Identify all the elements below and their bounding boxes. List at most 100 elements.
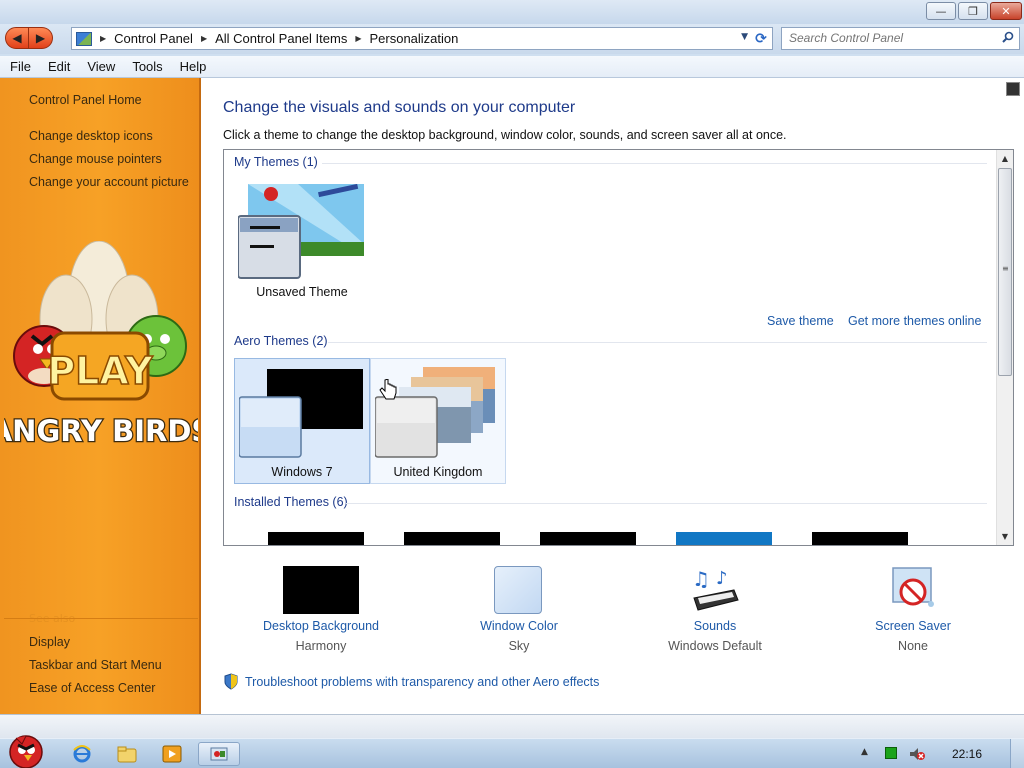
svg-text:♫: ♫ [692,567,710,591]
search-icon[interactable] [1002,31,1014,43]
desktop-background-preview [283,566,359,614]
theme-windows-7[interactable]: Windows 7 [234,358,370,484]
setting-label[interactable]: Screen Saver [833,619,993,633]
setting-value: None [898,639,928,653]
address-bar[interactable]: ▶ Control Panel ▶ All Control Panel Item… [71,27,773,50]
windows-explorer-icon[interactable] [109,742,145,766]
installed-theme-thumb[interactable] [268,532,364,545]
setting-value: Harmony [295,639,347,653]
installed-theme-thumb[interactable] [676,532,772,545]
breadcrumb-separator-icon[interactable]: ▶ [100,34,106,43]
window-controls: — ❐ ✕ [926,2,1022,20]
maximize-button[interactable]: ❐ [958,2,988,20]
themes-list[interactable]: My Themes (1) Unsaved Theme Save theme G… [223,149,1014,546]
grip-icon: ≡ [1002,264,1009,273]
theme-united-kingdom[interactable]: United Kingdom [370,358,506,484]
save-theme-link[interactable]: Save theme [767,314,834,328]
user-picture-icon[interactable] [1006,82,1020,96]
title-bar: — ❐ ✕ [0,0,1024,24]
group-aero-themes: Aero Themes (2) [234,334,328,348]
troubleshoot-row: Troubleshoot problems with transparency … [223,673,599,690]
control-panel-icon [76,31,92,46]
page-title: Change the visuals and sounds on your co… [223,99,576,116]
taskbar: ▲ 22:16 [0,735,1024,768]
installed-theme-thumb[interactable] [540,532,636,545]
show-hidden-icons-icon[interactable]: ▲ [861,747,868,757]
window-color-icon [494,566,542,614]
troubleshoot-link[interactable]: Troubleshoot problems with transparency … [245,675,599,689]
theme-name: United Kingdom [393,465,483,479]
sounds-icon: ♫ ♪ [692,567,739,611]
menu-view[interactable]: View [77,59,122,74]
address-dropdown-icon[interactable]: ▼ [741,32,748,42]
group-divider [346,503,987,504]
installed-theme-thumb[interactable] [812,532,908,545]
volume-muted-icon[interactable] [909,747,925,761]
breadcrumb-personalization[interactable]: Personalization [369,31,458,46]
setting-label[interactable]: Sounds [635,619,795,633]
group-my-themes: My Themes (1) [234,155,318,169]
scroll-down-icon[interactable]: ▼ [997,528,1013,545]
themes-scrollbar[interactable]: ▲ ≡ ▼ [996,150,1013,545]
arrow-left-icon: ◀ [12,31,22,45]
setting-label[interactable]: Window Color [439,619,599,633]
refresh-icon[interactable]: ⟳ [752,30,770,47]
shield-icon [224,673,238,690]
menu-file[interactable]: File [0,59,38,74]
sidebar-change-mouse-pointers[interactable]: Change mouse pointers [29,152,162,166]
search-box[interactable] [781,27,1020,50]
unsaved-theme-preview [238,184,364,279]
menu-bar: File Edit View Tools Help [0,56,1024,78]
uk-theme-preview [375,367,495,458]
main-content: Change the visuals and sounds on your co… [201,78,1024,714]
sidebar-taskbar-start-menu[interactable]: Taskbar and Start Menu [29,658,162,672]
setting-value: Sky [508,639,530,653]
angry-birds-logo: PLAY ANGRY BIRDS [4,241,198,449]
show-desktop-button[interactable] [1010,739,1024,768]
nav-buttons: ◀ ▶ [5,27,53,49]
network-icon[interactable] [885,747,897,759]
sidebar-divider [4,618,198,619]
menu-tools[interactable]: Tools [122,59,169,74]
hand-cursor-icon [379,379,397,400]
sidebar-display[interactable]: Display [29,635,70,649]
group-divider [322,163,987,164]
search-input[interactable] [789,28,999,48]
group-installed-themes: Installed Themes (6) [234,495,348,509]
internet-explorer-icon[interactable] [64,742,100,766]
get-more-themes-link[interactable]: Get more themes online [848,314,981,328]
theme-name: Windows 7 [271,465,333,479]
sidebar-change-desktop-icons[interactable]: Change desktop icons [29,129,153,143]
theme-unsaved[interactable]: Unsaved Theme [234,178,370,304]
control-panel-taskbar-icon[interactable] [198,742,240,766]
theme-name: Unsaved Theme [256,285,348,299]
minimize-button[interactable]: — [926,2,956,20]
group-divider [328,342,987,343]
status-bar [0,714,1024,738]
clock[interactable]: 22:16 [952,747,982,761]
sidebar-ease-of-access[interactable]: Ease of Access Center [29,681,155,695]
back-button[interactable]: ◀ [5,27,29,49]
menu-help[interactable]: Help [170,59,214,74]
setting-label[interactable]: Desktop Background [241,619,401,633]
angry-birds-title: ANGRY BIRDS [4,414,198,448]
breadcrumb-separator-icon[interactable]: ▶ [355,34,361,43]
scroll-up-icon[interactable]: ▲ [997,150,1013,167]
installed-theme-thumb[interactable] [404,532,500,545]
menu-edit[interactable]: Edit [38,59,77,74]
scroll-thumb[interactable]: ≡ [998,168,1012,376]
breadcrumb-separator-icon[interactable]: ▶ [201,34,207,43]
screen-saver-icon [892,567,934,607]
windows7-theme-preview [239,369,363,458]
sidebar-control-panel-home[interactable]: Control Panel Home [29,93,142,107]
navigation-bar: ◀ ▶ ▶ Control Panel ▶ All Control Panel … [0,24,1024,54]
breadcrumb-all-items[interactable]: All Control Panel Items [215,31,347,46]
media-player-icon[interactable] [154,742,190,766]
breadcrumb-control-panel[interactable]: Control Panel [114,31,193,46]
close-button[interactable]: ✕ [990,2,1022,20]
start-button[interactable] [2,730,48,768]
setting-value: Windows Default [668,639,762,653]
forward-button[interactable]: ▶ [29,27,53,49]
svg-text:♪: ♪ [716,568,728,589]
sidebar-change-account-picture[interactable]: Change your account picture [29,175,189,189]
